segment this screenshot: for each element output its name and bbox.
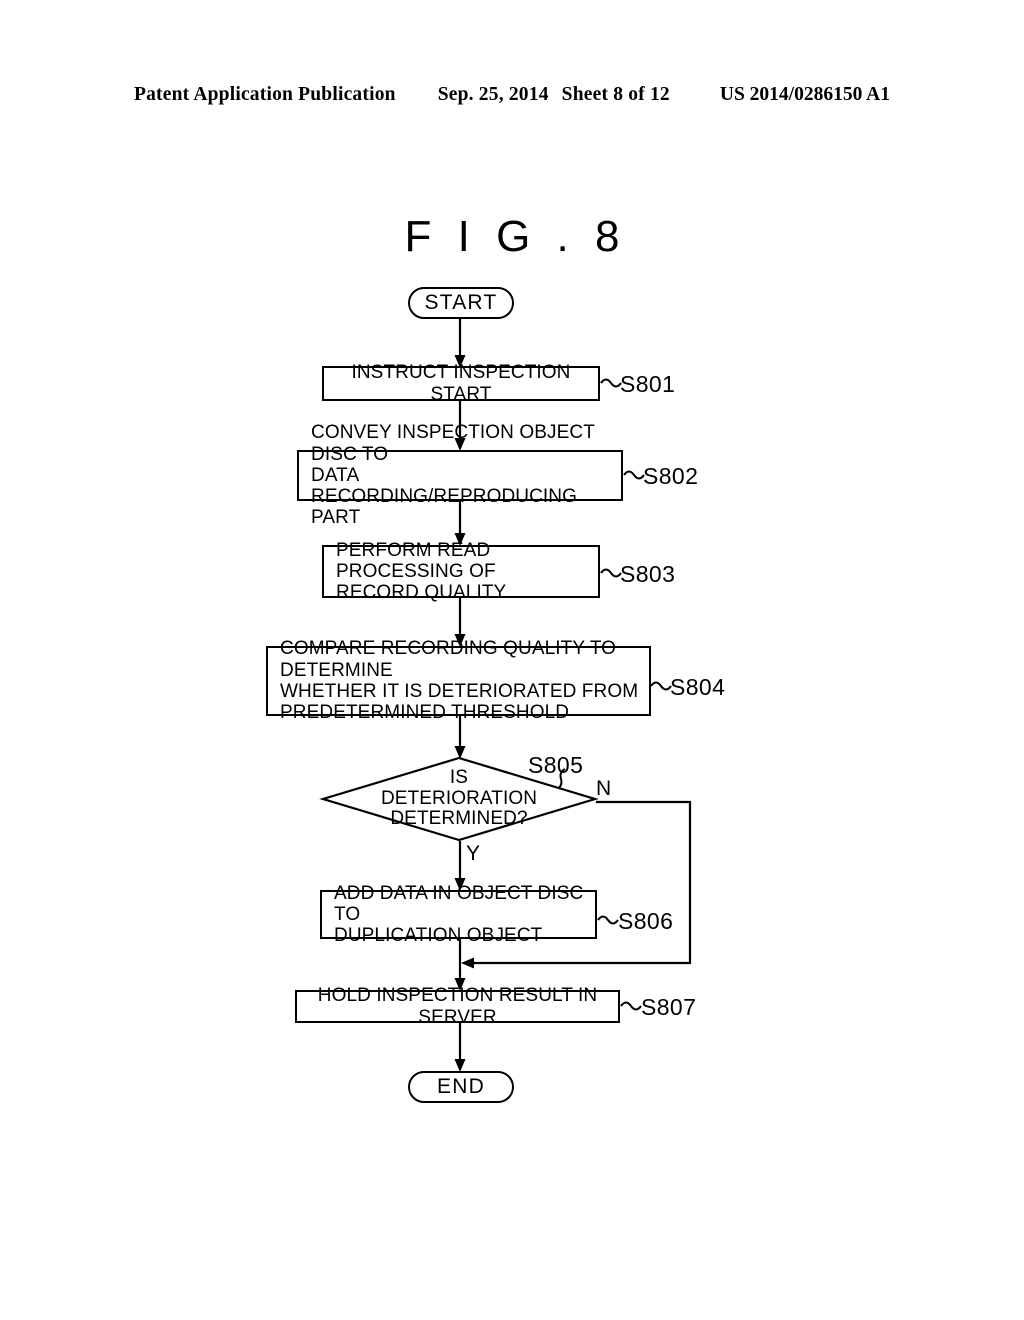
process-text-s803: PERFORM READ PROCESSING OF RECORD QUALIT… xyxy=(336,539,507,604)
process-text-s804: COMPARE RECORDING QUALITY TO DETERMINE W… xyxy=(280,638,639,724)
end-terminal: END xyxy=(408,1071,514,1103)
step-label-s807: S807 xyxy=(641,994,697,1020)
branch-label-no: N xyxy=(596,777,612,800)
page-header: Patent Application Publication Sep. 25, … xyxy=(0,84,1024,110)
header-sheet-number: Sheet 8 of 12 xyxy=(561,84,670,105)
process-text-s807: HOLD INSPECTION RESULT IN SERVER xyxy=(317,985,598,1028)
start-label: START xyxy=(424,291,498,314)
process-text-s801: INSTRUCT INSPECTION START xyxy=(351,362,571,405)
end-label: END xyxy=(437,1075,485,1098)
process-box-s806: ADD DATA IN OBJECT DISC TO DUPLICATION O… xyxy=(320,883,597,946)
header-publication: Patent Application Publication xyxy=(134,84,396,105)
step-label-s802: S802 xyxy=(643,463,699,489)
patent-page: Patent Application Publication Sep. 25, … xyxy=(0,0,1024,1320)
process-box-s804: COMPARE RECORDING QUALITY TO DETERMINE W… xyxy=(266,638,651,723)
step-label-s804: S804 xyxy=(670,674,726,700)
process-box-s802: CONVEY INSPECTION OBJECT DISC TO DATA RE… xyxy=(297,422,623,528)
header-date: Sep. 25, 2014 xyxy=(437,84,549,105)
step-label-s806: S806 xyxy=(618,908,674,934)
figure-title: F I G . 8 xyxy=(404,212,627,261)
step-label-s803: S803 xyxy=(620,561,676,587)
step-label-s805: S805 xyxy=(528,752,584,778)
step-label-s801: S801 xyxy=(620,371,676,397)
process-box-s807: HOLD INSPECTION RESULT IN SERVER xyxy=(295,985,620,1028)
process-text-s806: ADD DATA IN OBJECT DISC TO DUPLICATION O… xyxy=(334,882,584,947)
process-box-s803: PERFORM READ PROCESSING OF RECORD QUALIT… xyxy=(322,540,600,603)
header-patent-number: US 2014/0286150 A1 xyxy=(719,84,890,105)
start-terminal: START xyxy=(408,287,514,319)
branch-label-yes: Y xyxy=(466,842,481,865)
process-text-s802: CONVEY INSPECTION OBJECT DISC TO DATA RE… xyxy=(311,422,595,529)
process-box-s801: INSTRUCT INSPECTION START xyxy=(322,362,600,405)
